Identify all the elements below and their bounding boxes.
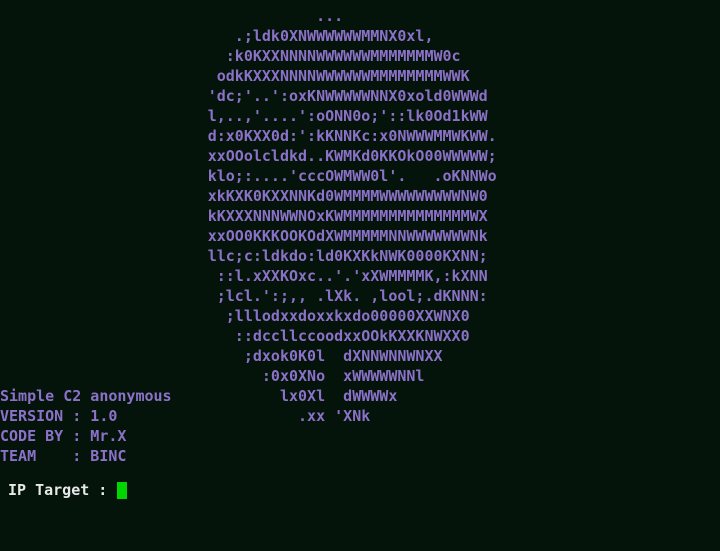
program-info-block: Simple C2 anonymous VERSION : 1.0 CODE B…	[0, 387, 172, 465]
terminal-window: ... .;ldk0XNWWWWWWMMNX0xl, :k0KXXNNNNWWW…	[0, 0, 720, 551]
skull-ascii-art: ... .;ldk0XNWWWWWWMMNX0xl, :k0KXXNNNNWWW…	[207, 7, 497, 425]
text-cursor	[117, 481, 128, 499]
ip-target-label: IP Target :	[8, 481, 117, 499]
ip-target-prompt-line[interactable]: IP Target :	[8, 480, 128, 500]
